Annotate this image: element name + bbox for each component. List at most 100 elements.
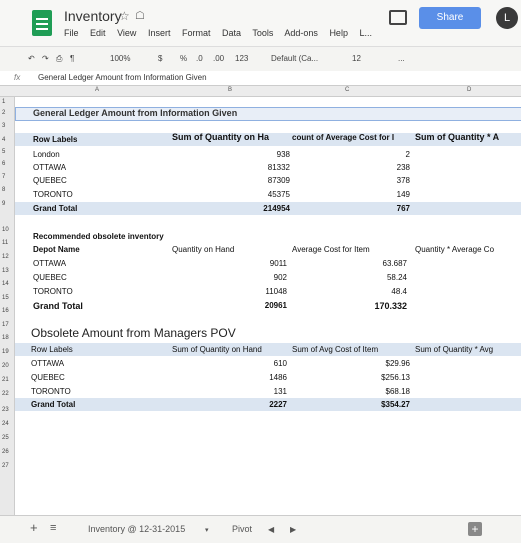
row-number[interactable]: 19 bbox=[2, 349, 9, 355]
row-number[interactable]: 8 bbox=[2, 187, 5, 193]
currency-button[interactable]: $ bbox=[158, 54, 162, 63]
section2-row-label[interactable]: QUEBEC bbox=[33, 273, 67, 282]
paint-format-icon[interactable]: ¶ bbox=[70, 54, 74, 63]
section1-row-qty[interactable]: 45375 bbox=[172, 190, 290, 199]
section2-row-label[interactable]: TORONTO bbox=[33, 287, 73, 296]
section1-row-count[interactable]: 2 bbox=[292, 150, 410, 159]
menu-tools[interactable]: Tools bbox=[252, 28, 273, 38]
menu-view[interactable]: View bbox=[117, 28, 136, 38]
section1-row-label[interactable]: London bbox=[33, 150, 60, 159]
menu-help[interactable]: Help bbox=[329, 28, 348, 38]
row-number[interactable]: 12 bbox=[2, 254, 9, 260]
menu-insert[interactable]: Insert bbox=[148, 28, 171, 38]
all-sheets-icon[interactable]: ≡ bbox=[50, 522, 56, 534]
sheet-tab-pivot[interactable]: Pivot bbox=[232, 524, 252, 534]
print-icon[interactable]: ⎙ bbox=[56, 54, 62, 64]
row-number[interactable]: 25 bbox=[2, 435, 9, 441]
column-header-d[interactable]: D bbox=[467, 87, 471, 93]
section2-row-label[interactable]: OTTAWA bbox=[33, 259, 66, 268]
row-number[interactable]: 2 bbox=[2, 110, 5, 116]
menu-file[interactable]: File bbox=[64, 28, 79, 38]
column-header-b[interactable]: B bbox=[228, 87, 232, 93]
section2-header-a[interactable]: Depot Name bbox=[33, 245, 80, 254]
scroll-tabs-left-icon[interactable]: ◀ bbox=[268, 525, 274, 534]
section1-header-a[interactable]: Row Labels bbox=[33, 135, 77, 144]
section1-row-label[interactable]: QUEBEC bbox=[33, 176, 67, 185]
menu-addons[interactable]: Add-ons bbox=[284, 28, 318, 38]
comments-icon[interactable] bbox=[389, 10, 407, 25]
section2-total-cost[interactable]: 170.332 bbox=[292, 301, 407, 311]
row-number[interactable]: 9 bbox=[2, 201, 5, 207]
row-number[interactable]: 23 bbox=[2, 407, 9, 413]
section2-row-qty[interactable]: 9011 bbox=[172, 259, 287, 268]
section3-header-d[interactable]: Sum of Quantity * Avg bbox=[415, 345, 521, 354]
sheet-tab-menu-icon[interactable]: ▾ bbox=[205, 526, 209, 534]
row-number[interactable]: 22 bbox=[2, 391, 9, 397]
section2-row-qty[interactable]: 902 bbox=[172, 273, 287, 282]
section3-total-qty[interactable]: 2227 bbox=[172, 400, 287, 409]
row-number[interactable]: 24 bbox=[2, 421, 9, 427]
section2-row-cost[interactable]: 48.4 bbox=[292, 287, 407, 296]
row-number[interactable]: 17 bbox=[2, 322, 9, 328]
row-number[interactable]: 6 bbox=[2, 161, 5, 167]
row-number[interactable]: 3 bbox=[2, 123, 5, 129]
redo-icon[interactable]: ↷ bbox=[42, 54, 49, 63]
row-number[interactable]: 15 bbox=[2, 295, 9, 301]
column-header-c[interactable]: C bbox=[345, 87, 349, 93]
section3-row-cost[interactable]: $29.96 bbox=[292, 359, 410, 368]
zoom-select[interactable]: 100% bbox=[110, 54, 130, 63]
more-formats-button[interactable]: 123 bbox=[235, 54, 248, 63]
section2-total-label[interactable]: Grand Total bbox=[33, 301, 83, 311]
section1-header-c[interactable]: count of Average Cost for I bbox=[292, 133, 414, 142]
section2-row-qty[interactable]: 11048 bbox=[172, 287, 287, 296]
font-select[interactable]: Default (Ca... bbox=[271, 54, 318, 63]
row-number[interactable]: 26 bbox=[2, 449, 9, 455]
section3-header-c[interactable]: Sum of Avg Cost of Item bbox=[292, 345, 378, 354]
share-button[interactable]: Share bbox=[419, 7, 481, 29]
last-edit-link[interactable]: L... bbox=[359, 28, 372, 38]
add-sheet-icon[interactable]: + bbox=[30, 520, 38, 535]
section2-row-cost[interactable]: 63.687 bbox=[292, 259, 407, 268]
sheet-tab-inventory[interactable]: Inventory @ 12-31-2015 bbox=[88, 524, 185, 534]
menu-format[interactable]: Format bbox=[182, 28, 211, 38]
explore-icon[interactable]: + bbox=[468, 522, 482, 536]
section1-row-label[interactable]: OTTAWA bbox=[33, 163, 66, 172]
menu-edit[interactable]: Edit bbox=[90, 28, 106, 38]
section3-row-label[interactable]: OTTAWA bbox=[31, 359, 64, 368]
menu-data[interactable]: Data bbox=[222, 28, 241, 38]
section2-header-c[interactable]: Average Cost for Item bbox=[292, 245, 370, 254]
section3-header-b[interactable]: Sum of Quantity on Hand bbox=[172, 345, 262, 354]
decrease-decimal-button[interactable]: .0 bbox=[196, 54, 203, 63]
section2-header-d[interactable]: Quantity * Average Co bbox=[415, 245, 521, 254]
row-number[interactable]: 1 bbox=[2, 99, 5, 105]
document-title[interactable]: Inventory bbox=[64, 8, 122, 24]
more-options-icon[interactable]: ... bbox=[398, 54, 405, 63]
row-number[interactable]: 5 bbox=[2, 149, 5, 155]
section1-header-d[interactable]: Sum of Quantity * A bbox=[415, 132, 521, 142]
section3-row-label[interactable]: TORONTO bbox=[31, 387, 71, 396]
section3-row-cost[interactable]: $256.13 bbox=[292, 373, 410, 382]
star-icon[interactable]: ☆ bbox=[119, 9, 130, 23]
row-number[interactable]: 20 bbox=[2, 363, 9, 369]
section3-row-cost[interactable]: $68.18 bbox=[292, 387, 410, 396]
row-number[interactable]: 21 bbox=[2, 377, 9, 383]
section3-title[interactable]: Obsolete Amount from Managers POV bbox=[31, 326, 236, 340]
section2-row-cost[interactable]: 58.24 bbox=[292, 273, 407, 282]
section3-row-label[interactable]: QUEBEC bbox=[31, 373, 65, 382]
row-number[interactable]: 13 bbox=[2, 268, 9, 274]
row-number[interactable]: 10 bbox=[2, 227, 9, 233]
section3-header-a[interactable]: Row Labels bbox=[31, 345, 73, 354]
section1-row-count[interactable]: 238 bbox=[292, 163, 410, 172]
section1-row-label[interactable]: TORONTO bbox=[33, 190, 73, 199]
sheets-logo-icon[interactable] bbox=[32, 10, 52, 36]
increase-decimal-button[interactable]: .00 bbox=[213, 54, 224, 63]
scroll-tabs-right-icon[interactable]: ▶ bbox=[290, 525, 296, 534]
row-number[interactable]: 11 bbox=[2, 240, 8, 246]
section2-header-b[interactable]: Quantity on Hand bbox=[172, 245, 234, 254]
section1-total-qty[interactable]: 214954 bbox=[172, 204, 290, 213]
section2-total-qty[interactable]: 20961 bbox=[172, 301, 287, 310]
section1-total-label[interactable]: Grand Total bbox=[33, 204, 77, 213]
formula-input[interactable]: General Ledger Amount from Information G… bbox=[38, 73, 207, 82]
section3-row-qty[interactable]: 1486 bbox=[172, 373, 287, 382]
column-header-a[interactable]: A bbox=[95, 87, 99, 93]
